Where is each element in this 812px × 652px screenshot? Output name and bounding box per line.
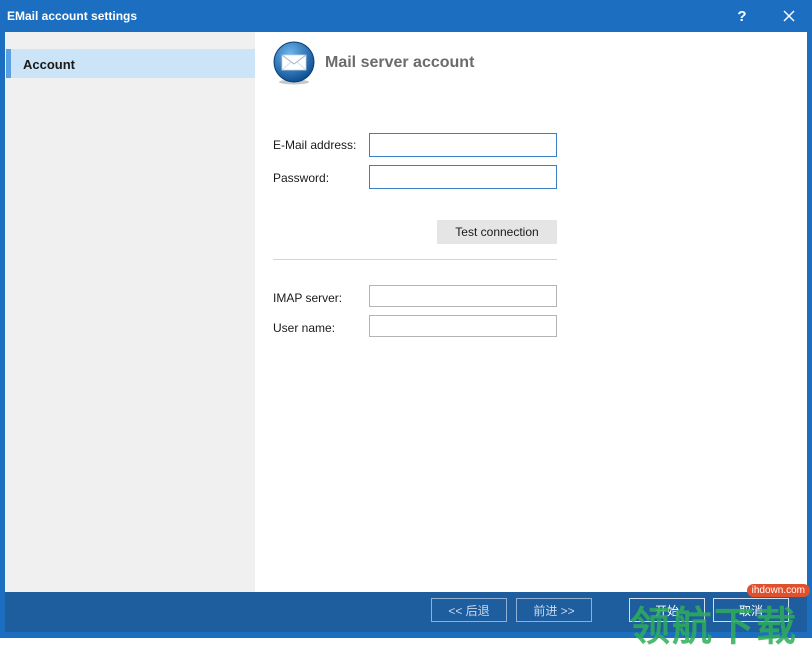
close-button[interactable] (766, 0, 812, 32)
sidebar-item-label: Account (23, 57, 75, 72)
title-bar: EMail account settings ? (0, 0, 812, 32)
cancel-button[interactable]: 取消 (713, 598, 789, 622)
help-button[interactable]: ? (719, 0, 765, 32)
help-icon: ? (737, 7, 747, 25)
back-button[interactable]: << 后退 (431, 598, 507, 622)
footer-bar: << 后退 前进 >> 开始 取消 (5, 592, 807, 632)
imap-server-field[interactable] (369, 285, 557, 307)
window-border-right (807, 32, 812, 638)
email-field[interactable] (369, 133, 557, 157)
section-divider (273, 259, 557, 260)
next-button[interactable]: 前进 >> (516, 598, 592, 622)
window-title: EMail account settings (7, 9, 138, 23)
mail-envelope-icon (273, 41, 315, 85)
start-button[interactable]: 开始 (629, 598, 705, 622)
password-label: Password: (273, 171, 330, 185)
email-label: E-Mail address: (273, 138, 357, 152)
imap-server-label: IMAP server: (273, 291, 343, 305)
password-field[interactable] (369, 165, 557, 189)
close-icon (783, 10, 795, 22)
user-name-label: User name: (273, 321, 336, 335)
sidebar-item-account[interactable]: Account (6, 49, 255, 78)
page-title: Mail server account (325, 54, 475, 71)
user-name-field[interactable] (369, 315, 557, 337)
main-panel: Mail server account E-Mail address: Pass… (255, 32, 807, 592)
window-border-bottom (0, 632, 812, 638)
sidebar: Account (5, 32, 255, 592)
test-connection-button[interactable]: Test connection (437, 220, 557, 244)
